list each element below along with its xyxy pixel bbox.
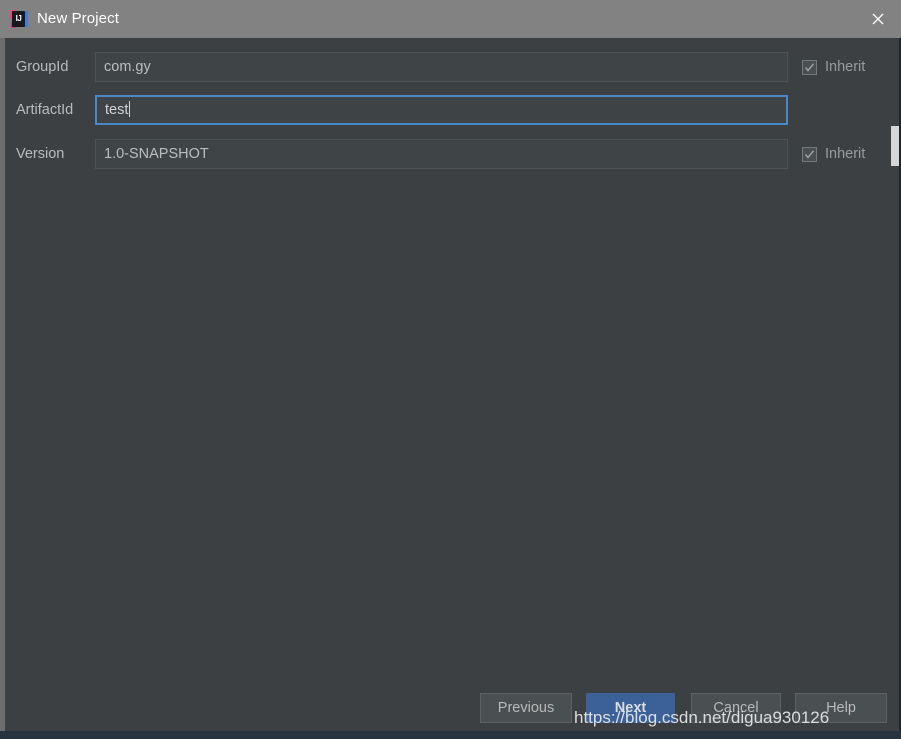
window-title: New Project	[37, 10, 119, 27]
close-icon[interactable]	[855, 0, 901, 38]
version-inherit-label: Inherit	[825, 146, 866, 162]
form-row-version: Version 1.0-SNAPSHOT Inherit	[5, 139, 901, 169]
dialog-content-inner: GroupId com.gy Inherit ArtifactId test V…	[5, 38, 901, 731]
form-row-artifactid: ArtifactId test	[5, 95, 901, 125]
groupid-label: GroupId	[16, 59, 69, 75]
version-label: Version	[16, 146, 65, 162]
version-inherit-group[interactable]: Inherit	[802, 146, 865, 162]
version-inherit-checkbox[interactable]	[802, 146, 817, 162]
groupid-inherit-group[interactable]: Inherit	[802, 59, 865, 75]
version-input[interactable]: 1.0-SNAPSHOT	[95, 139, 788, 169]
dialog-content: GroupId com.gy Inherit ArtifactId test V…	[0, 38, 901, 731]
next-button[interactable]: Next	[586, 693, 675, 723]
title-bar: IJ New Project	[0, 0, 901, 38]
text-caret	[129, 101, 131, 117]
new-project-dialog: IJ New Project GroupId com.gy Inherit Ar…	[0, 0, 901, 739]
icon-label: IJ	[12, 11, 25, 27]
artifactid-input[interactable]: test	[95, 95, 788, 125]
groupid-inherit-checkbox[interactable]	[802, 59, 817, 75]
groupid-inherit-label: Inherit	[825, 59, 866, 75]
form-row-groupid: GroupId com.gy Inherit	[5, 52, 901, 82]
previous-button[interactable]: Previous	[480, 693, 572, 723]
bottom-strip	[0, 731, 901, 739]
help-button[interactable]: Help	[795, 693, 887, 723]
groupid-input[interactable]: com.gy	[95, 52, 788, 82]
dialog-button-bar: Previous Next Cancel Help	[5, 693, 901, 731]
intellij-idea-icon: IJ	[10, 10, 28, 28]
cancel-button[interactable]: Cancel	[691, 693, 781, 723]
dialog-left-edge	[0, 38, 5, 731]
artifactid-value: test	[105, 102, 129, 118]
artifactid-label: ArtifactId	[16, 102, 74, 118]
